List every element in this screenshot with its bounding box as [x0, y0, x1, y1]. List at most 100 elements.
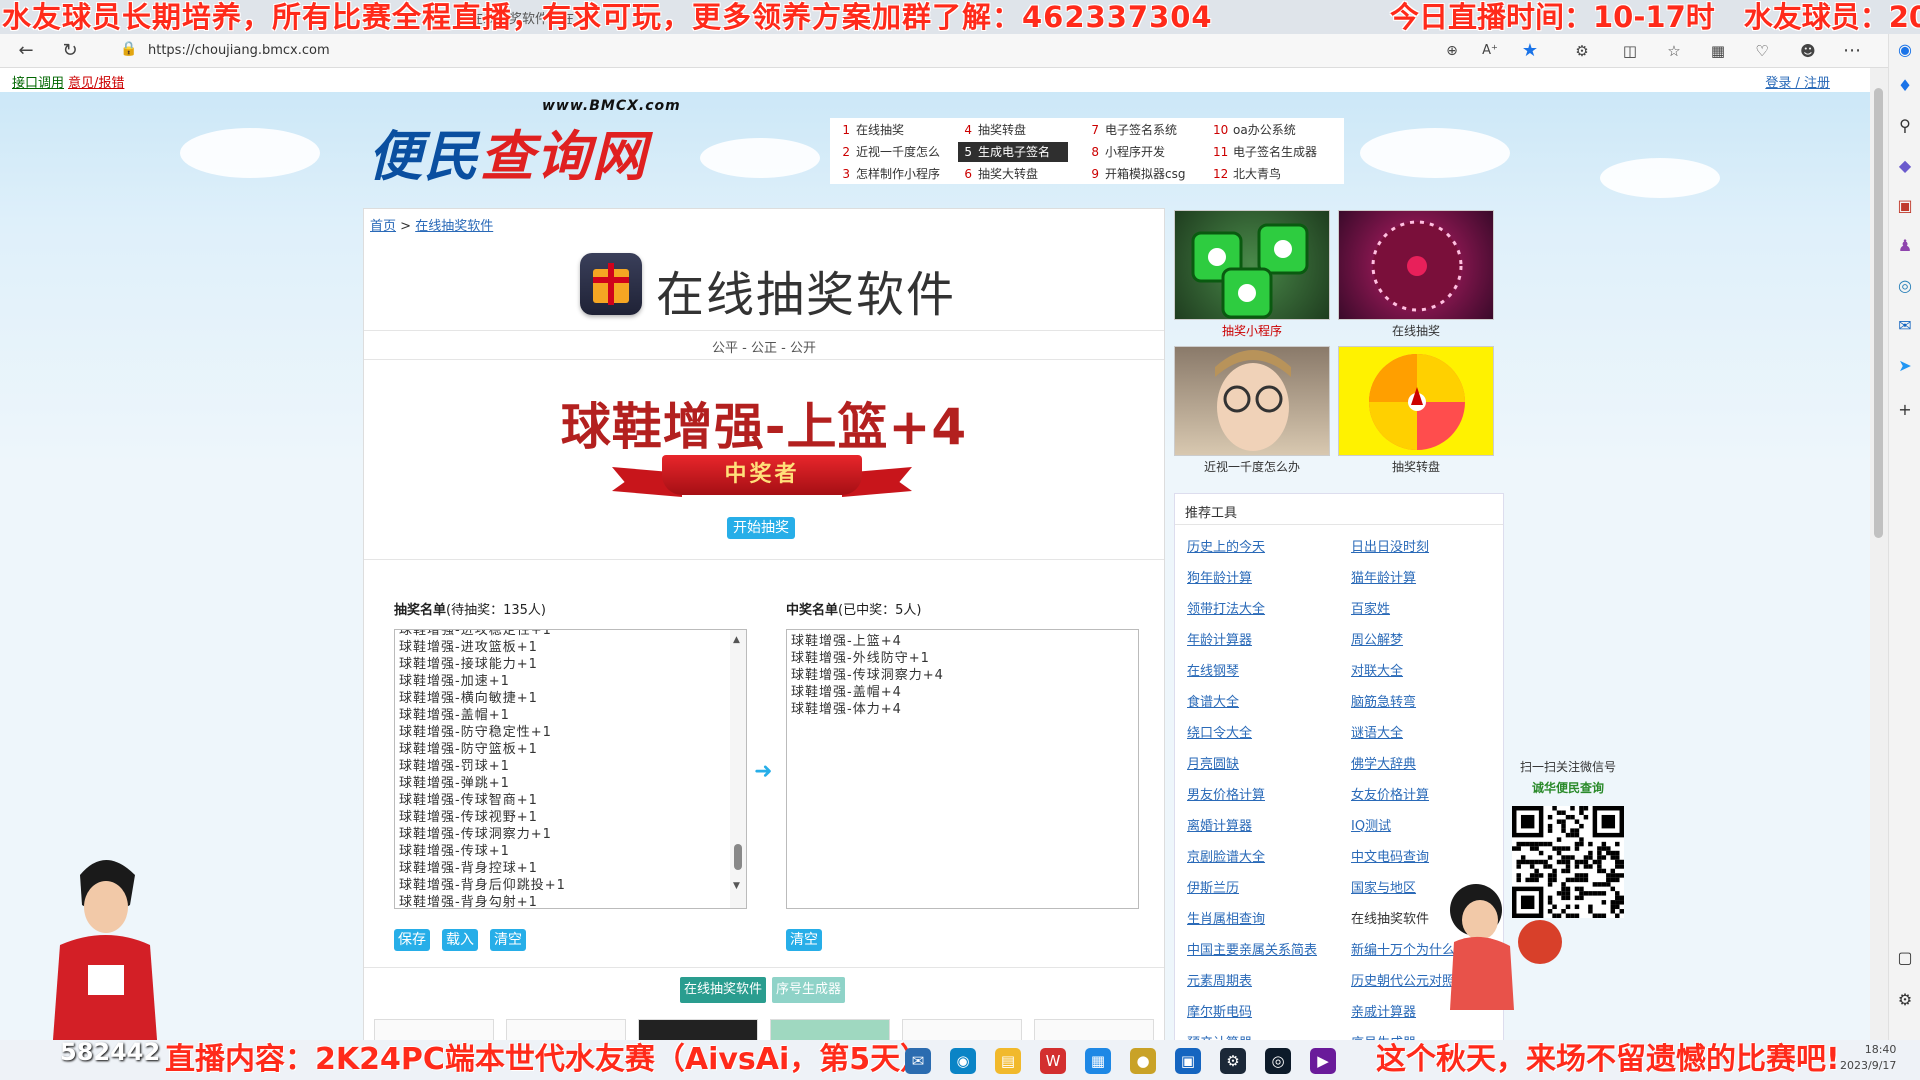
hot-item[interactable]: 11 电子签名生成器	[1213, 142, 1317, 162]
hot-item[interactable]: 1 在线抽奖	[836, 120, 904, 140]
profile-icon[interactable]: ☻	[1796, 39, 1820, 63]
ad-caption[interactable]: 抽奖转盘	[1338, 458, 1494, 475]
tool-link[interactable]: 脑筋急转弯	[1351, 691, 1416, 710]
ad-image-mini-program[interactable]	[1174, 210, 1330, 320]
hot-item[interactable]: 8 小程序开发	[1085, 142, 1165, 162]
ad-caption[interactable]: 近视一千度怎么办	[1174, 458, 1330, 475]
tool-link[interactable]: 中文电码查询	[1351, 846, 1429, 865]
ad-image-myopia[interactable]	[1174, 346, 1330, 456]
mail-icon[interactable]: ✉	[905, 1048, 931, 1074]
hot-item[interactable]: 3 怎样制作小程序	[836, 164, 940, 184]
performance-icon[interactable]: ♡	[1750, 39, 1774, 63]
tool-link[interactable]: 女友价格计算	[1351, 784, 1429, 803]
start-draw-button[interactable]: 开始抽奖	[727, 517, 795, 539]
related-thumb[interactable]	[638, 1019, 758, 1040]
hot-item[interactable]: 7 电子签名系统	[1085, 120, 1177, 140]
shopping-icon[interactable]: ◆	[1893, 154, 1917, 178]
tool-link[interactable]: 百家姓	[1351, 598, 1390, 617]
pending-list-scrollbar[interactable]: ▲ ▼	[730, 630, 746, 908]
window-icon[interactable]: ▣	[1175, 1048, 1201, 1074]
feedback-link[interactable]: 意见/报错	[68, 72, 124, 91]
tab-lottery-software[interactable]: 在线抽奖软件	[680, 977, 767, 1003]
extensions-icon[interactable]: ⚙	[1570, 39, 1594, 63]
tool-link[interactable]: 猫年龄计算	[1351, 567, 1416, 586]
hot-item[interactable]: 6 抽奖大转盘	[958, 164, 1038, 184]
ad-image-wheel[interactable]	[1338, 346, 1494, 456]
pending-list-textarea[interactable]: 球鞋增强-进攻稳定性+1 球鞋增强-进攻篮板+1 球鞋增强-接球能力+1 球鞋增强-加…	[394, 629, 747, 909]
url-text[interactable]: https://choujiang.bmcx.com	[148, 43, 330, 58]
hot-item[interactable]: 5 生成电子签名	[958, 142, 1069, 162]
outlook-icon[interactable]: ✉	[1893, 314, 1917, 338]
api-link[interactable]: 接口调用	[12, 72, 64, 91]
page-scrollbar[interactable]	[1870, 68, 1888, 1040]
hot-item[interactable]: 10 oa办公系统	[1213, 120, 1296, 140]
read-aloud-icon[interactable]: A⁺	[1478, 39, 1502, 63]
page-scroll-thumb[interactable]	[1874, 88, 1883, 538]
more-menu-icon[interactable]: ⋯	[1840, 39, 1864, 63]
settings-gear-icon[interactable]: ⚙	[1893, 988, 1917, 1012]
tool-link[interactable]: 月亮圆缺	[1187, 753, 1239, 772]
clear-pending-button[interactable]: 清空	[490, 929, 526, 951]
screenshot-icon[interactable]: ▢	[1893, 946, 1917, 970]
winners-list-textarea[interactable]: 球鞋增强-上篮+4 球鞋增强-外线防守+1 球鞋增强-传球洞察力+4 球鞋增强-盖帽+…	[786, 629, 1139, 909]
edge-icon[interactable]: ◉	[950, 1048, 976, 1074]
scroll-thumb[interactable]	[734, 844, 742, 870]
search-icon[interactable]: ⚲	[1893, 114, 1917, 138]
tool-link[interactable]: 序号生成器	[1351, 1032, 1416, 1040]
collections-icon[interactable]: ▦	[1706, 39, 1730, 63]
app-icon[interactable]: ●	[1130, 1048, 1156, 1074]
ad-caption[interactable]: 在线抽奖	[1338, 322, 1494, 339]
load-button[interactable]: 载入	[442, 929, 478, 951]
related-thumb[interactable]	[770, 1019, 890, 1040]
tool-link[interactable]: 领带打法大全	[1187, 598, 1265, 617]
tool-link[interactable]: 伊斯兰历	[1187, 877, 1239, 896]
refresh-icon[interactable]: ↻	[58, 39, 82, 63]
tool-link[interactable]: 日出日没时刻	[1351, 536, 1429, 555]
tools-icon[interactable]: ▣	[1893, 194, 1917, 218]
tool-link[interactable]: 元素周期表	[1187, 970, 1252, 989]
ad-caption[interactable]: 抽奖小程序	[1174, 322, 1330, 339]
tool-link[interactable]: 狗年龄计算	[1187, 567, 1252, 586]
tool-link[interactable]: 中国主要亲属关系简表	[1187, 939, 1317, 958]
login-link[interactable]: 登录 / 注册	[1765, 72, 1830, 91]
hot-item[interactable]: 9 开箱模拟器csg	[1085, 164, 1185, 184]
hot-item[interactable]: 2 近视一千度怎么	[836, 142, 940, 162]
wps-icon[interactable]: W	[1040, 1048, 1066, 1074]
notification-icon[interactable]: ♦	[1893, 74, 1917, 98]
tool-link[interactable]: 预产计算器	[1187, 1032, 1252, 1040]
address-bar[interactable]: 🔒 https://choujiang.bmcx.com	[110, 38, 1450, 64]
site-logo[interactable]: www.BMCX.com 便民查询网	[368, 98, 698, 188]
breadcrumb-home[interactable]: 首页	[370, 219, 396, 234]
tool-link[interactable]: 食谱大全	[1187, 691, 1239, 710]
favorite-star-icon[interactable]: ★	[1518, 39, 1542, 63]
tool-link[interactable]: 绕口令大全	[1187, 722, 1252, 741]
related-thumb[interactable]	[374, 1019, 494, 1040]
related-thumb[interactable]	[1034, 1019, 1154, 1040]
tool-link[interactable]: 周公解梦	[1351, 629, 1403, 648]
related-thumb[interactable]	[506, 1019, 626, 1040]
tool-link[interactable]: 生肖属相查询	[1187, 908, 1265, 927]
split-screen-icon[interactable]: ◫	[1618, 39, 1642, 63]
drop-icon[interactable]: ➤	[1893, 354, 1917, 378]
related-thumb[interactable]	[902, 1019, 1022, 1040]
scroll-up-icon[interactable]: ▲	[733, 632, 741, 649]
tool-link[interactable]: 在线抽奖软件	[1351, 908, 1429, 927]
breadcrumb-current[interactable]: 在线抽奖软件	[415, 219, 493, 234]
add-icon[interactable]: +	[1893, 398, 1917, 422]
tool-link[interactable]: 亲戚计算器	[1351, 1001, 1416, 1020]
tool-link[interactable]: 摩尔斯电码	[1187, 1001, 1252, 1020]
copilot-icon[interactable]: ◉	[1893, 38, 1917, 62]
store-icon[interactable]: ▦	[1085, 1048, 1111, 1074]
hot-item[interactable]: 4 抽奖转盘	[958, 120, 1026, 140]
tool-link[interactable]: 男友价格计算	[1187, 784, 1265, 803]
folder-icon[interactable]: ▤	[995, 1048, 1021, 1074]
tab-serial-generator[interactable]: 序号生成器	[772, 977, 846, 1003]
back-icon[interactable]: ←	[14, 39, 38, 63]
tool-link[interactable]: 国家与地区	[1351, 877, 1416, 896]
tool-link[interactable]: 对联大全	[1351, 660, 1403, 679]
clear-winners-button[interactable]: 清空	[786, 929, 822, 951]
scroll-down-icon[interactable]: ▼	[733, 878, 741, 895]
games-icon[interactable]: ♟	[1893, 234, 1917, 258]
media-icon[interactable]: ▶	[1310, 1048, 1336, 1074]
game-client-icon[interactable]: ◎	[1265, 1048, 1291, 1074]
